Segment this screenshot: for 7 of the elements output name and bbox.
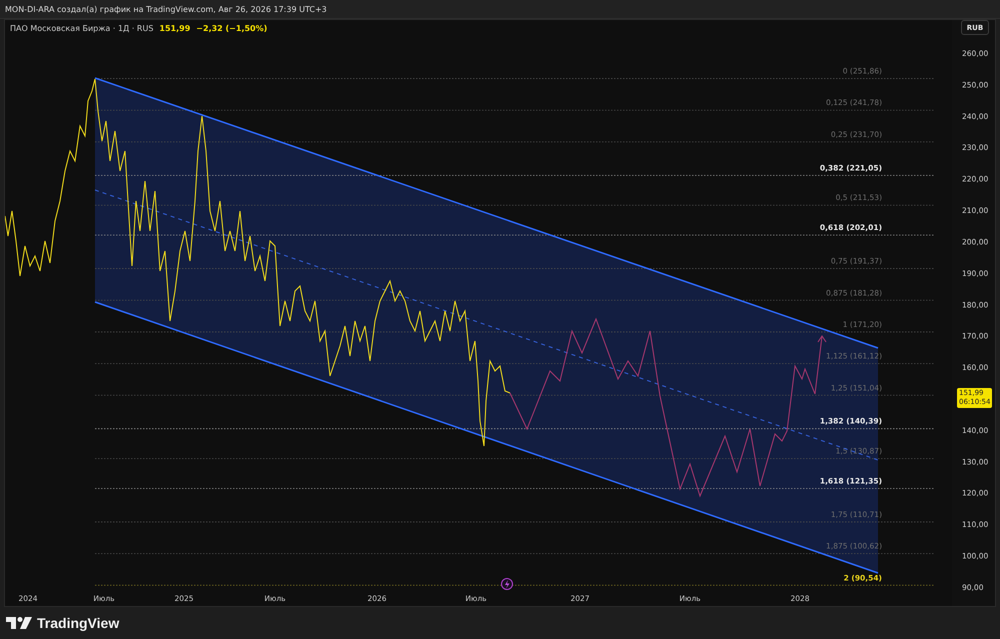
lightning-icon[interactable] bbox=[501, 578, 513, 590]
chart-author-caption: MON-DI-ARA создал(а) график на TradingView.com, Авг 26, 2026 17:39 UTC+3 bbox=[5, 4, 327, 14]
price-change: −2,32 (−1,50%) bbox=[196, 24, 268, 33]
logo-wordmark: TradingView bbox=[37, 615, 120, 631]
symbol-title: ПАО Московская Биржа · 1Д · RUS bbox=[10, 24, 154, 33]
logo-icon bbox=[6, 617, 32, 629]
last-price: 151,99 bbox=[159, 24, 190, 33]
